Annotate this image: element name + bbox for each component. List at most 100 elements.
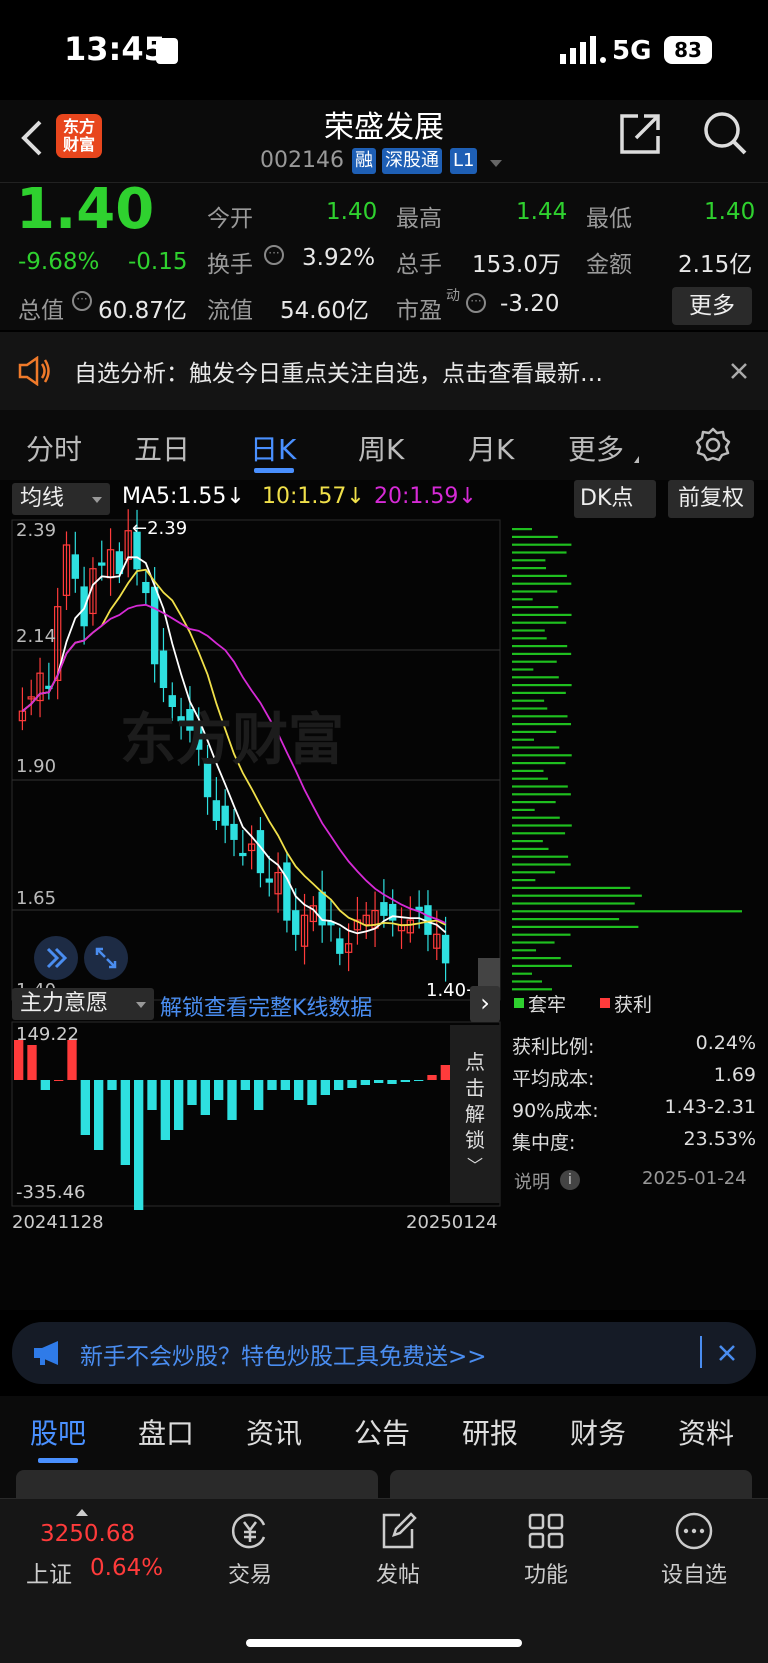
search-icon[interactable]	[702, 110, 748, 156]
chip-bar	[512, 676, 559, 679]
chip-date: 2025-01-24	[642, 1168, 747, 1189]
tab-news[interactable]: 资讯	[246, 1412, 302, 1452]
info-icon[interactable]: ···	[264, 245, 284, 265]
nav-post[interactable]: 发帖	[348, 1511, 448, 1589]
nav-label: 功能	[523, 1563, 568, 1588]
main-force-bar	[14, 1040, 24, 1080]
bottom-nav: 3250.68 上证 0.64% 交易 发帖 功能 设自选	[0, 1498, 768, 1663]
chevron-down-icon[interactable]	[490, 160, 502, 167]
tab-announcements[interactable]: 公告	[354, 1412, 410, 1452]
index-ticker[interactable]: 3250.68 上证 0.64%	[20, 1509, 170, 1599]
info-icon[interactable]: ···	[72, 291, 92, 311]
fullscreen-icon	[95, 947, 117, 969]
chip-bar	[512, 957, 561, 960]
candle-body	[71, 554, 79, 579]
explain-link[interactable]: 说明	[514, 1168, 550, 1194]
total-value: 60.87亿	[98, 298, 187, 324]
chip-bar	[512, 621, 567, 624]
unlock-char: 点	[465, 1050, 485, 1074]
grid-icon	[528, 1513, 564, 1549]
main-force-bar	[307, 1080, 317, 1105]
chip-bar	[512, 754, 572, 757]
total-value-label: 总值	[18, 298, 64, 324]
main-force-bar	[27, 1045, 37, 1080]
double-chevron-icon	[46, 947, 68, 969]
nav-add-watchlist[interactable]: 设自选	[644, 1511, 744, 1589]
status-bar: 13:45 5G 83	[0, 0, 768, 100]
main-force-bar	[360, 1080, 370, 1085]
fullscreen-button[interactable]	[84, 936, 128, 980]
chip-row: 集中度: 23.53%	[512, 1128, 756, 1155]
unlock-char: 解	[465, 1102, 485, 1126]
chip-bar	[512, 863, 571, 866]
chip-bar	[512, 660, 557, 663]
tap-unlock-panel[interactable]: 点 击 解 锁 ﹀	[450, 1025, 500, 1203]
chip-bar	[512, 691, 566, 694]
card-right[interactable]	[390, 1470, 752, 1500]
close-icon[interactable]	[718, 1344, 736, 1362]
main-force-bar	[400, 1080, 410, 1082]
open-value: 1.40	[326, 199, 378, 225]
card-left[interactable]	[16, 1470, 378, 1500]
vol-max-label: 149.22	[16, 1024, 79, 1045]
tab-monthly-k[interactable]: 月K	[468, 428, 514, 468]
main-force-bar	[107, 1080, 117, 1090]
promo-banner[interactable]: 新手不会炒股？特色炒股工具免费送>>	[12, 1322, 756, 1384]
main-force-bar	[240, 1080, 250, 1090]
profit-legend-swatch	[600, 998, 610, 1008]
tab-intraday[interactable]: 分时	[26, 428, 82, 468]
amount-value: 2.15亿	[678, 252, 753, 278]
margin-tag: 融	[352, 148, 376, 174]
expand-right-button[interactable]	[34, 936, 78, 980]
nav-trade[interactable]: 交易	[200, 1511, 300, 1589]
chip-bar	[512, 613, 572, 616]
nav-label: 发帖	[375, 1563, 420, 1588]
sub-indicator-select[interactable]: 主力意愿	[12, 988, 154, 1020]
tab-five-day[interactable]: 五日	[134, 428, 190, 468]
notice-text: 自选分析：触发今日重点关注自选，点击查看最新…	[74, 361, 603, 387]
tab-more[interactable]: 更多	[568, 428, 624, 468]
chip-bar	[512, 684, 572, 687]
info-icon[interactable]: i	[560, 1170, 580, 1190]
main-force-bar	[120, 1080, 130, 1165]
tab-finance[interactable]: 财务	[570, 1412, 626, 1452]
close-icon[interactable]	[730, 362, 748, 380]
tab-guba[interactable]: 股吧	[30, 1412, 86, 1452]
vol-min-label: -335.46	[16, 1182, 86, 1203]
notice-bar[interactable]: 自选分析：触发今日重点关注自选，点击查看最新…	[0, 332, 768, 410]
chip-bar	[512, 699, 545, 702]
main-force-bar	[200, 1080, 210, 1115]
chip-bar	[512, 894, 642, 897]
chip-bar	[512, 606, 559, 609]
index-name: 上证	[26, 1562, 72, 1588]
y-tick: 2.39	[16, 520, 57, 541]
open-label: 今开	[207, 206, 253, 232]
tab-weekly-k[interactable]: 周K	[358, 428, 404, 468]
pe-sup: 动	[446, 288, 460, 304]
id-card-icon	[156, 38, 178, 64]
chip-bar	[512, 808, 535, 811]
chevron-right-icon[interactable]: ›	[470, 986, 500, 1022]
main-force-bar	[80, 1080, 90, 1135]
tab-profile[interactable]: 资料	[678, 1412, 734, 1452]
chip-bar	[512, 528, 532, 531]
candle-body	[441, 934, 450, 964]
tab-daily-k[interactable]: 日K	[250, 428, 296, 468]
tab-research[interactable]: 研报	[462, 1412, 518, 1452]
chip-bar	[512, 645, 568, 648]
main-force-bar	[214, 1080, 224, 1100]
settings-gear-icon[interactable]	[694, 426, 732, 464]
change-value: -0.15	[128, 249, 188, 275]
nav-functions[interactable]: 功能	[496, 1511, 596, 1589]
network-label: 5G	[612, 36, 652, 66]
unlock-link[interactable]: 解锁查看完整K线数据	[160, 990, 372, 1022]
more-button[interactable]: 更多	[672, 287, 752, 325]
chip-bar	[512, 941, 555, 944]
info-icon[interactable]: ···	[466, 293, 486, 313]
pe-value: -3.20	[500, 291, 560, 317]
tab-handicap[interactable]: 盘口	[138, 1412, 194, 1452]
candle-body	[212, 800, 221, 821]
share-icon[interactable]	[618, 112, 662, 156]
chip-bar	[512, 715, 568, 718]
nav-label: 设自选	[660, 1563, 727, 1588]
